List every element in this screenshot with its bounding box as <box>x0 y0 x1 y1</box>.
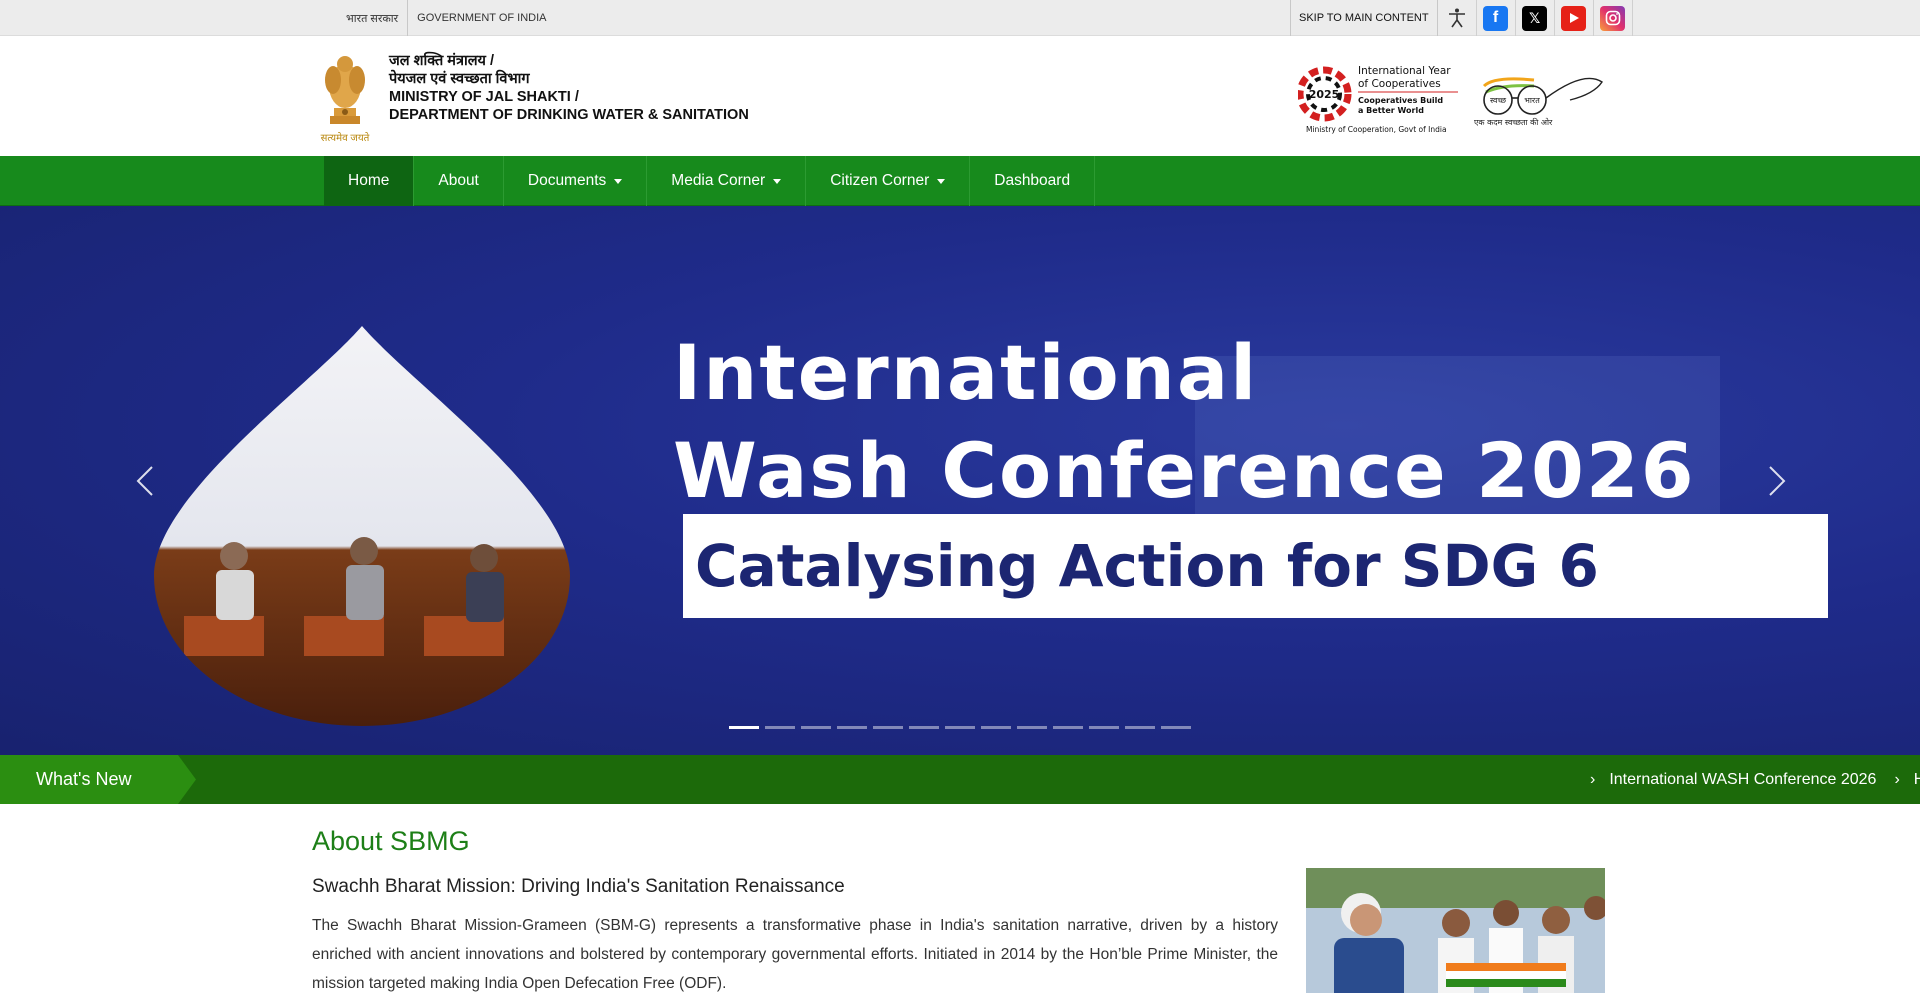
nav-item-dashboard[interactable]: Dashboard <box>970 156 1096 206</box>
carousel-indicator[interactable] <box>837 726 867 729</box>
ticker-item[interactable]: H <box>1914 771 1920 789</box>
carousel-indicator[interactable] <box>981 726 1011 729</box>
carousel-indicator[interactable] <box>873 726 903 729</box>
dropdown-caret-icon <box>773 178 782 184</box>
emblem-caption: सत्यमेव जयते <box>320 133 370 144</box>
nav-dashboard-label: Dashboard <box>994 172 1071 189</box>
iyc-title-2: of Cooperatives <box>1358 78 1441 90</box>
iyc-tag-2: a Better World <box>1358 106 1424 115</box>
skip-to-main-content-link[interactable]: SKIP TO MAIN CONTENT <box>1290 0 1438 36</box>
site-header: सत्यमेव जयते जल शक्ति मंत्रालय / पेयजल ए… <box>0 36 1920 156</box>
nav-item-documents[interactable]: Documents <box>504 156 648 206</box>
dropdown-caret-icon <box>614 178 623 184</box>
swachh-bharat-logo[interactable]: स्वच्छ भारत एक कदम स्वच्छता की ओर <box>1474 70 1604 130</box>
sbm-right-word: भारत <box>1524 96 1540 105</box>
carousel-indicator[interactable] <box>1089 726 1119 729</box>
carousel-indicator[interactable] <box>1161 726 1191 729</box>
about-body: The Swachh Bharat Mission-Grameen (SBM-G… <box>312 917 1278 992</box>
carousel-indicator[interactable] <box>1053 726 1083 729</box>
chevron-right-icon: › <box>1894 770 1900 788</box>
sbm-left-word: स्वच्छ <box>1490 96 1507 105</box>
hero-carousel: International Wash Conference 2026 Catal… <box>0 206 1920 755</box>
nav-item-citizen-corner[interactable]: Citizen Corner <box>806 156 971 206</box>
about-subheading: Swachh Bharat Mission: Driving India's S… <box>312 876 845 897</box>
ministry-line-en-1: MINISTRY OF JAL SHAKTI / <box>389 89 579 105</box>
ticker-item[interactable]: International WASH Conference 2026 <box>1609 771 1876 789</box>
whats-new-label: What's New <box>36 769 132 789</box>
about-section: About SBMG Swachh Bharat Mission: Drivin… <box>0 804 1920 993</box>
iyc-year: 2025 <box>1309 88 1340 101</box>
carousel-prev-icon[interactable] <box>130 461 160 501</box>
dropdown-caret-icon <box>937 178 946 184</box>
international-year-of-cooperatives-logo[interactable]: 2025 International Year of Cooperatives … <box>1296 60 1460 136</box>
ministry-line-hindi-2: पेयजल एवं स्वच्छता विभाग <box>389 71 530 87</box>
prime-minister-photo <box>1306 868 1605 993</box>
carousel-indicator[interactable] <box>909 726 939 729</box>
ministry-line-hindi-1: जल शक्ति मंत्रालय / <box>389 53 495 69</box>
sbm-tagline: एक कदम स्वच्छता की ओर <box>1474 117 1553 127</box>
nav-menu: Home About Documents Media Corner Citize… <box>324 156 1096 206</box>
carousel-indicator[interactable] <box>945 726 975 729</box>
about-heading: About SBMG <box>312 826 470 856</box>
whats-new-bar: What's New › International WASH Conferen… <box>0 755 1920 804</box>
gov-label: GOVERNMENT OF INDIA <box>407 0 555 36</box>
carousel-indicator[interactable] <box>1125 726 1155 729</box>
carousel-indicators <box>729 726 1191 729</box>
instagram-icon[interactable] <box>1594 0 1633 36</box>
youtube-icon[interactable] <box>1555 0 1594 36</box>
nav-citizen-corner-label: Citizen Corner <box>830 172 930 189</box>
carousel-next-icon[interactable] <box>1762 461 1792 501</box>
nav-home-label: Home <box>348 172 390 189</box>
main-navigation: Home About Documents Media Corner Citize… <box>0 156 1920 206</box>
facebook-icon[interactable]: f <box>1477 0 1516 36</box>
carousel-indicator[interactable] <box>729 726 759 729</box>
gov-identity: भारत सरकार GOVERNMENT OF INDIA <box>337 0 556 36</box>
x-twitter-icon[interactable]: 𝕏 <box>1516 0 1555 36</box>
nav-item-home[interactable]: Home <box>324 156 415 206</box>
nav-about-label: About <box>438 172 479 189</box>
ministry-title[interactable]: जल शक्ति मंत्रालय / पेयजल एवं स्वच्छता व… <box>389 52 749 124</box>
iyc-footer: Ministry of Cooperation, Govt of India <box>1306 125 1447 134</box>
iyc-tag-1: Cooperatives Build <box>1358 96 1443 105</box>
nav-item-about[interactable]: About <box>414 156 504 206</box>
national-emblem-logo[interactable]: सत्यमेव जयते <box>316 50 374 144</box>
banner-title-line-1: International <box>673 328 1259 417</box>
chevron-right-icon: › <box>1590 770 1596 788</box>
conference-photo-drop <box>154 326 570 726</box>
carousel-indicator[interactable] <box>765 726 795 729</box>
iyc-title-1: International Year <box>1358 65 1451 77</box>
top-actions: SKIP TO MAIN CONTENT f 𝕏 <box>1290 0 1633 36</box>
banner-subtitle-box: Catalysing Action for SDG 6 <box>683 514 1828 618</box>
nav-documents-label: Documents <box>527 172 607 189</box>
nav-media-corner-label: Media Corner <box>671 172 766 189</box>
news-ticker: › International WASH Conference 2026 › H <box>1584 755 1920 804</box>
top-utility-bar: भारत सरकार GOVERNMENT OF INDIA SKIP TO M… <box>0 0 1920 36</box>
nav-item-media-corner[interactable]: Media Corner <box>647 156 807 206</box>
carousel-indicator[interactable] <box>801 726 831 729</box>
hindi-gov-label: भारत सरकार <box>346 12 399 25</box>
banner-title-line-2: Wash Conference 2026 <box>673 426 1696 515</box>
banner-subtitle: Catalysing Action for SDG 6 <box>695 532 1599 600</box>
carousel-indicator[interactable] <box>1017 726 1047 729</box>
accessibility-icon[interactable] <box>1438 0 1477 36</box>
ministry-line-en-2: DEPARTMENT OF DRINKING WATER & SANITATIO… <box>389 107 749 123</box>
